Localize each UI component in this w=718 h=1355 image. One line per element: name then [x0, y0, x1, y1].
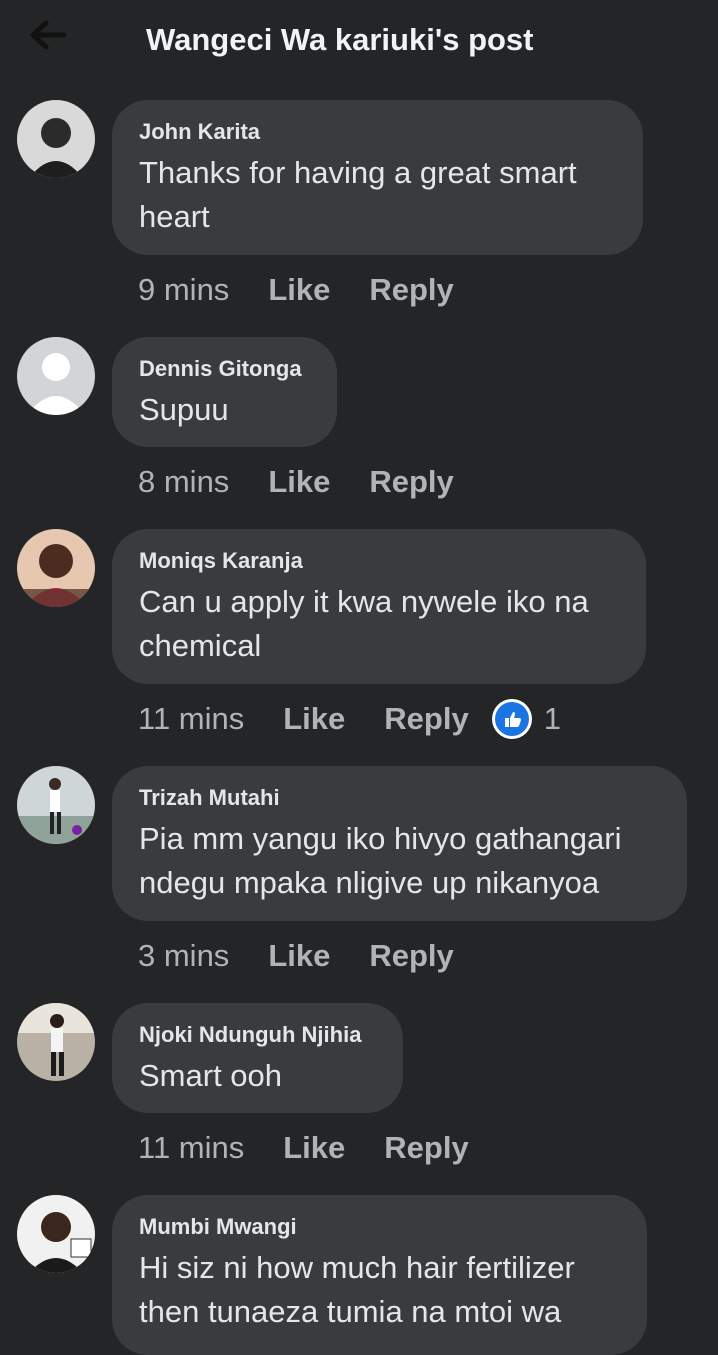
comment-time: 11 mins	[138, 701, 245, 736]
comment-bubble: Trizah Mutahi Pia mm yangu iko hivyo gat…	[112, 766, 687, 921]
comment-meta: 11 mins Like Reply 1	[138, 699, 561, 739]
comment-author[interactable]: Dennis Gitonga	[139, 355, 310, 382]
comment-author[interactable]: Njoki Ndunguh Njihia	[139, 1021, 376, 1048]
top-bar: Wangeci Wa kariuki's post	[0, 0, 718, 82]
comment-author[interactable]: Mumbi Mwangi	[139, 1213, 620, 1240]
reply-button[interactable]: Reply	[369, 272, 453, 308]
comment-text: Can u apply it kwa nywele iko na chemica…	[139, 584, 589, 663]
comment-author[interactable]: Moniqs Karanja	[139, 547, 619, 574]
comment-bubble: Njoki Ndunguh Njihia Smart ooh	[112, 1003, 403, 1113]
reply-button[interactable]: Reply	[369, 464, 453, 500]
avatar[interactable]	[17, 100, 95, 178]
comment-bubble: Moniqs Karanja Can u apply it kwa nywele…	[112, 529, 646, 684]
comment-text: Hi siz ni how much hair fertilizer then …	[139, 1250, 575, 1329]
comment-meta: 3 mins Like Reply	[138, 936, 493, 976]
reaction-count: 1	[543, 701, 561, 736]
comment-bubble: Mumbi Mwangi Hi siz ni how much hair fer…	[112, 1195, 647, 1355]
like-button[interactable]: Like	[283, 701, 345, 737]
comment-time: 3 mins	[138, 938, 230, 973]
comment-time: 9 mins	[138, 272, 230, 307]
comment-text: Pia mm yangu iko hivyo gathangari ndegu …	[139, 821, 622, 900]
avatar[interactable]	[17, 766, 95, 844]
comment-author[interactable]: Trizah Mutahi	[139, 784, 660, 811]
avatar[interactable]	[17, 1003, 95, 1081]
comment-time: 11 mins	[138, 1130, 245, 1165]
comment-meta: 9 mins Like Reply	[138, 270, 493, 310]
like-button[interactable]: Like	[268, 464, 330, 500]
comment-text: Smart ooh	[139, 1058, 283, 1093]
reply-button[interactable]: Reply	[369, 938, 453, 974]
arrow-left-icon	[30, 20, 67, 50]
reaction-summary[interactable]: 1	[491, 699, 561, 739]
comment-bubble: Dennis Gitonga Supuu	[112, 337, 337, 447]
avatar[interactable]	[17, 529, 95, 607]
like-button[interactable]: Like	[283, 1130, 345, 1166]
comment-meta: 8 mins Like Reply	[138, 462, 493, 502]
avatar[interactable]	[17, 1195, 95, 1273]
avatar[interactable]	[17, 337, 95, 415]
comment-text: Supuu	[139, 392, 229, 427]
comment-bubble: John Karita Thanks for having a great sm…	[112, 100, 643, 255]
comment-author[interactable]: John Karita	[139, 118, 616, 145]
comment-time: 8 mins	[138, 464, 230, 499]
like-button[interactable]: Like	[268, 272, 330, 308]
like-button[interactable]: Like	[268, 938, 330, 974]
reply-button[interactable]: Reply	[384, 701, 468, 737]
comment-text: Thanks for having a great smart heart	[139, 155, 577, 234]
like-icon	[491, 699, 532, 739]
back-button[interactable]	[28, 20, 68, 50]
reply-button[interactable]: Reply	[384, 1130, 468, 1166]
comment-meta: 11 mins Like Reply	[138, 1128, 508, 1168]
page-title: Wangeci Wa kariuki's post	[146, 22, 534, 57]
